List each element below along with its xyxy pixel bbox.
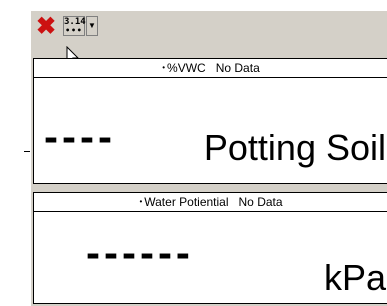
water-potential-unit: kPa <box>323 257 386 298</box>
status-bullet-icon: • <box>139 197 143 206</box>
vwc-unit: Potting Soil <box>203 127 386 168</box>
status-bullet-icon: • <box>162 63 166 72</box>
toolbar: ✖ 3.14 ••• ▼ <box>31 11 387 46</box>
vwc-panel-header: • %VWC No Data <box>34 59 387 78</box>
chevron-down-icon[interactable]: ▼ <box>86 16 98 36</box>
vwc-status: No Data <box>215 61 260 75</box>
vwc-panel: • %VWC No Data ---- Potting Soil <box>33 58 387 184</box>
water-potential-value: ------ <box>86 229 194 276</box>
digits-format-button[interactable]: 3.14 ••• <box>63 16 86 36</box>
water-potential-panel-header: • Water Potiential No Data <box>34 193 387 212</box>
vwc-label: %VWC <box>167 61 206 75</box>
sensor-readout-window: ✖ 3.14 ••• ▼ • %VWC No Data ---- Potting S… <box>30 10 387 306</box>
vwc-value: ---- <box>44 113 116 160</box>
water-potential-status: No Data <box>238 195 283 209</box>
water-potential-panel: • Water Potiential No Data ------ kPa <box>33 192 387 304</box>
close-icon[interactable]: ✖ <box>33 14 59 40</box>
water-potential-label: Water Potiential <box>144 195 229 209</box>
digits-format-dots: ••• <box>65 26 83 35</box>
